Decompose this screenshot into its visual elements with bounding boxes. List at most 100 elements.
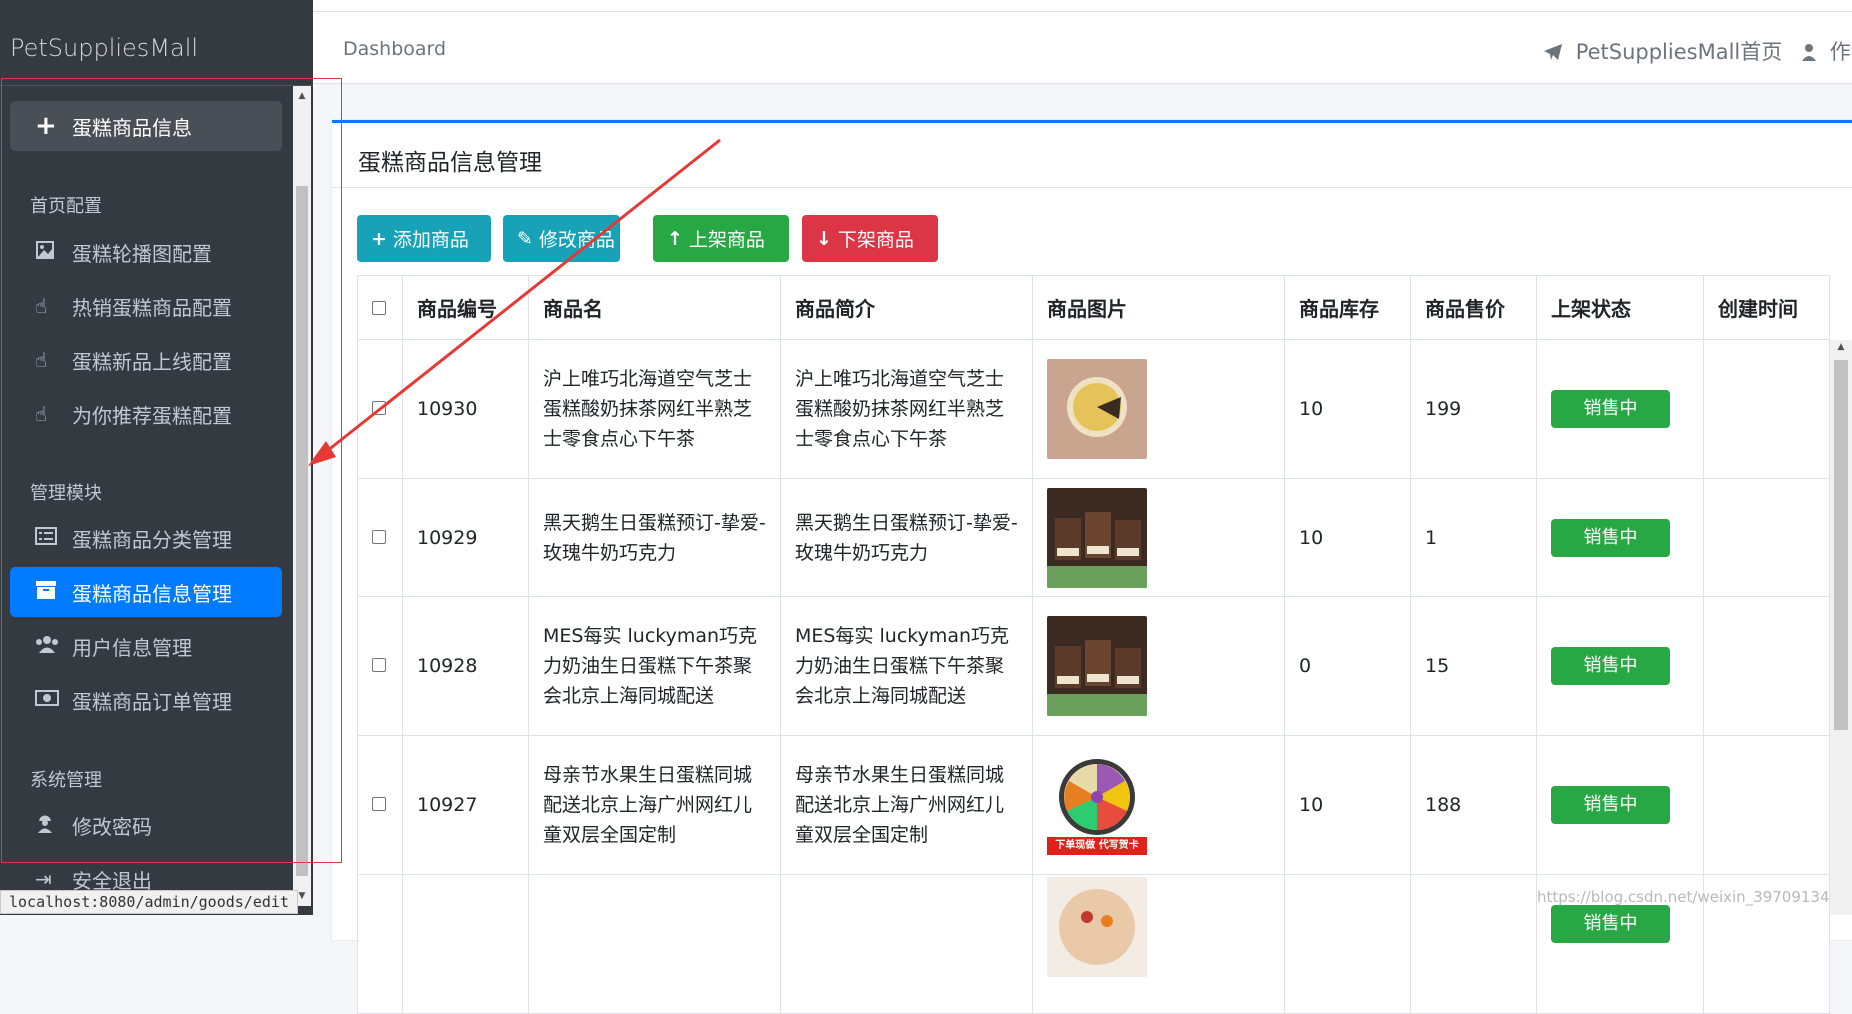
page-title: 蛋糕商品信息管理 [358,150,542,176]
goods-id: 10928 [402,596,529,736]
add-goods-label: 添加商品 [392,229,469,251]
goods-stock: 0 [1284,596,1411,736]
goods-stock: 10 [1284,339,1411,479]
home-link[interactable]: PetSuppliesMall首页 [1543,36,1782,66]
user-icon [1801,40,1824,64]
table-row[interactable]: 10929 黑天鹅生日蛋糕预订-挚爱-玫瑰牛奶巧克力 黑天鹅生日蛋糕预订-挚爱-… [357,478,1830,597]
edit-goods-button[interactable]: ✎ 修改商品 [503,215,620,262]
user-menu[interactable]: 作者 [1801,36,1852,66]
breadcrumb[interactable]: Dashboard [343,38,446,60]
goods-image-cell [1032,874,1285,1014]
add-goods-button[interactable]: + 添加商品 [357,215,491,262]
home-link-label: PetSuppliesMall首页 [1575,40,1783,64]
brand-name[interactable]: PetSuppliesMall [10,34,198,62]
goods-name: 黑天鹅生日蛋糕预订-挚爱-玫瑰牛奶巧克力 [528,478,781,597]
sign-out-icon: ⇥ [35,867,52,891]
goods-id [402,874,529,1014]
column-header[interactable]: 商品编号 [402,275,529,340]
goods-id: 10930 [402,339,529,479]
user-secret-icon [10,812,72,839]
goods-stock: 10 [1284,735,1411,875]
goods-intro: 母亲节水果生日蛋糕同城配送北京上海广州网红儿童双层全国定制 [780,735,1033,875]
goods-image [1047,616,1147,716]
column-header[interactable]: 上架状态 [1536,275,1704,340]
sidebar-item-recommend-config[interactable]: ☝ 为你推荐蛋糕配置 [10,389,282,439]
row-checkbox[interactable] [372,529,386,544]
table-row[interactable]: 10930 沪上唯巧北海道空气芝士蛋糕酸奶抹茶网红半熟芝士零食点心下午茶 沪上唯… [357,339,1830,479]
sidebar-item-label: 修改密码 [72,814,152,839]
row-checkbox[interactable] [372,797,386,811]
goods-price: 199 [1410,339,1537,479]
sidebar-item-user-manage[interactable]: 用户信息管理 [10,621,282,671]
goods-name: MES每实 luckyman巧克力奶油生日蛋糕下午茶聚会北京上海同城配送 [528,596,781,736]
column-header[interactable]: 商品库存 [1284,275,1411,340]
sidebar-item-label: 蛋糕轮播图配置 [72,241,212,266]
put-up-goods-button[interactable]: ↑ 上架商品 [653,215,789,262]
sidebar-item-label: 蛋糕商品信息管理 [72,581,232,606]
scroll-up-arrow[interactable]: ▲ [1830,342,1852,352]
scrollbar-thumb[interactable] [296,186,308,876]
table-scrollbar[interactable]: ▲ [1830,340,1852,915]
plus-icon: + [371,227,387,250]
sidebar-item-order-manage[interactable]: 蛋糕商品订单管理 [10,675,282,725]
row-checkbox-cell[interactable] [357,874,403,1014]
list-icon [10,526,72,550]
goods-price: 15 [1410,596,1537,736]
column-header[interactable]: 商品名 [528,275,781,340]
card-header-divider [332,187,1852,188]
goods-stock [1284,874,1411,1014]
watermark: https://blog.csdn.net/weixin_39709134 [1537,888,1830,906]
column-header[interactable]: 商品图片 [1032,275,1285,340]
goods-intro [780,874,1033,1014]
column-header[interactable]: 创建时间 [1703,275,1830,340]
edit-icon: ✎ [517,227,533,250]
goods-price: 188 [1410,735,1537,875]
brand[interactable]: PetSuppliesMall [0,12,313,86]
goods-image-cell [1032,596,1285,736]
sidebar-item-goods-info-top[interactable]: + 蛋糕商品信息 [10,101,282,151]
goods-image-cell: 下单现做 代写贺卡 [1032,735,1285,875]
status-badge: 销售中 [1551,390,1670,428]
sidebar-item-change-password[interactable]: 修改密码 [10,800,282,850]
users-icon [10,634,72,659]
arrow-down-icon: ↓ [816,227,832,250]
money-icon [10,688,72,712]
sidebar-item-hot-goods-config[interactable]: ☝ 热销蛋糕商品配置 [10,281,282,331]
hand-pointer-icon: ☝ [35,294,48,318]
column-header[interactable]: 商品售价 [1410,275,1537,340]
scrollbar-thumb[interactable] [1834,360,1848,730]
hand-pointer-icon: ☝ [35,348,48,372]
row-checkbox-cell[interactable] [357,735,403,875]
row-checkbox-cell[interactable] [357,339,403,479]
sidebar-item-carousel-config[interactable]: 蛋糕轮播图配置 [10,227,282,277]
select-all-checkbox[interactable] [372,300,386,315]
sidebar-item-label: 蛋糕新品上线配置 [72,349,232,374]
goods-price [1410,874,1537,1014]
status-badge: 销售中 [1551,518,1670,557]
put-down-goods-button[interactable]: ↓ 下架商品 [802,215,938,262]
sidebar-item-goods-manage[interactable]: 蛋糕商品信息管理 [10,567,282,617]
status-cell: 销售中 [1536,339,1704,479]
sidebar-item-category-manage[interactable]: 蛋糕商品分类管理 [10,513,282,563]
row-checkbox-cell[interactable] [357,478,403,597]
sidebar-item-new-goods-config[interactable]: ☝ 蛋糕新品上线配置 [10,335,282,385]
table-row[interactable]: 10928 MES每实 luckyman巧克力奶油生日蛋糕下午茶聚会北京上海同城… [357,596,1830,736]
sidebar-item-label: 热销蛋糕商品配置 [72,295,232,320]
table-row[interactable]: 10927 母亲节水果生日蛋糕同城配送北京上海广州网红儿童双层全国定制 母亲节水… [357,735,1830,875]
scroll-up-arrow[interactable]: ▲ [293,88,311,104]
column-header[interactable]: 商品简介 [780,275,1033,340]
sidebar-item-label: 为你推荐蛋糕配置 [72,403,232,428]
status-cell: 销售中 [1536,596,1704,736]
goods-image [1047,877,1147,977]
browser-top-edge [313,0,1852,12]
select-all-checkbox-cell[interactable] [357,275,403,340]
goods-name: 母亲节水果生日蛋糕同城配送北京上海广州网红儿童双层全国定制 [528,735,781,875]
row-checkbox-cell[interactable] [357,596,403,736]
status-badge: 销售中 [1551,786,1670,824]
row-checkbox[interactable] [372,401,386,415]
row-checkbox[interactable] [372,658,386,672]
edit-goods-label: 修改商品 [538,229,615,251]
created-time [1703,339,1830,479]
sidebar-scrollbar[interactable]: ▲ ▼ [293,86,311,906]
sidebar: PetSuppliesMall + 蛋糕商品信息 首页配置 蛋糕轮播图配置 ☝ … [0,0,313,915]
